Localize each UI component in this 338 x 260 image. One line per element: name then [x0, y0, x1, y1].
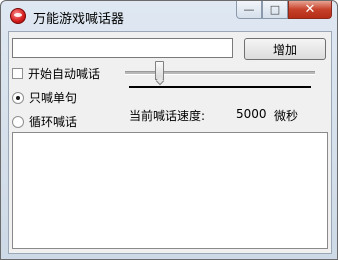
- speed-indicator-line: [129, 86, 311, 88]
- speed-slider-thumb[interactable]: [155, 61, 164, 80]
- speed-unit: 微秒: [274, 109, 299, 123]
- caption-buttons: — □ ✕: [236, 1, 332, 20]
- speed-value: 5000: [236, 107, 267, 121]
- shout-text-input[interactable]: [12, 38, 233, 58]
- client-area: 增加 开始自动喊话 只喊单句 循环喊话 当前喊话速度: 5000 微秒: [8, 31, 332, 254]
- shout-list-area[interactable]: [12, 132, 328, 249]
- auto-shout-checkbox[interactable]: [12, 68, 23, 79]
- single-shout-radio[interactable]: [12, 91, 24, 104]
- speed-label: 当前喊话速度:: [129, 109, 206, 123]
- mode-option-single[interactable]: 只喊单句: [12, 89, 77, 106]
- loop-shout-label: 循环喊话: [29, 115, 78, 129]
- window-title: 万能游戏喊话器: [33, 12, 125, 27]
- loop-shout-radio[interactable]: [12, 115, 24, 128]
- app-logo-icon: [10, 8, 26, 24]
- close-button[interactable]: ✕: [288, 1, 332, 19]
- title-bar[interactable]: 万能游戏喊话器 — □ ✕: [1, 1, 337, 31]
- add-button[interactable]: 增加: [244, 38, 326, 60]
- single-shout-label: 只喊单句: [29, 91, 78, 105]
- app-window: 万能游戏喊话器 — □ ✕ 增加 开始自动喊话 只喊单句 循环喊话 当前喊话速度…: [0, 0, 338, 260]
- auto-shout-label: 开始自动喊话: [28, 67, 101, 81]
- auto-shout-checkbox-row[interactable]: 开始自动喊话: [12, 65, 100, 82]
- minimize-button[interactable]: —: [236, 1, 262, 19]
- speed-slider-track[interactable]: [125, 71, 315, 75]
- mode-option-loop[interactable]: 循环喊话: [12, 113, 77, 130]
- maximize-button[interactable]: □: [262, 1, 288, 19]
